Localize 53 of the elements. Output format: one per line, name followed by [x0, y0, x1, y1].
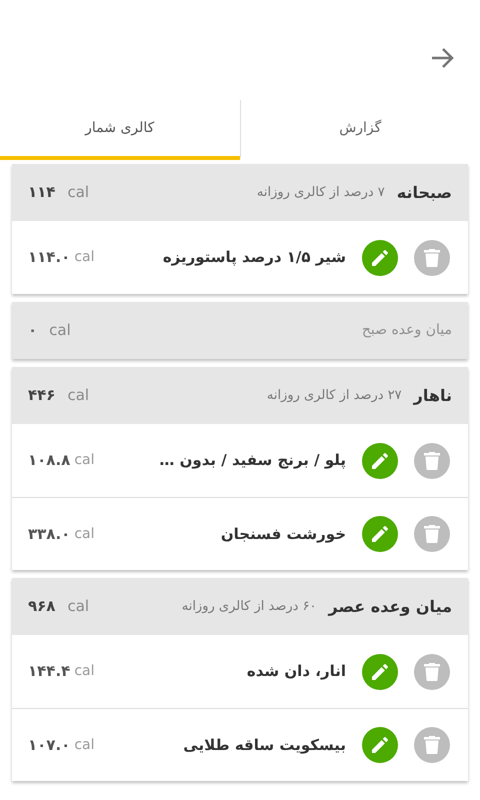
- trash-icon: [424, 525, 440, 543]
- unit-label: cal: [67, 596, 90, 618]
- food-calories: ۱۰۸.۸: [28, 450, 70, 472]
- edit-button[interactable]: [362, 240, 398, 276]
- edit-button[interactable]: [362, 516, 398, 552]
- unit-label: cal: [74, 248, 94, 267]
- unit-label: cal: [74, 451, 94, 470]
- arrow-right-icon[interactable]: [430, 46, 456, 70]
- trash-icon: [424, 452, 440, 470]
- unit-label: cal: [74, 524, 94, 544]
- tab[interactable]: کالری شمار: [0, 100, 240, 160]
- food-calories: ۱۱۴.۰: [28, 247, 70, 268]
- pencil-icon: [372, 737, 388, 753]
- unit-label: cal: [74, 736, 94, 754]
- unit-label: cal: [67, 182, 90, 204]
- food-calories: ۳۳۸.۰: [28, 524, 70, 545]
- delete-button[interactable]: [414, 240, 450, 276]
- meal-percentage: ۶۰ درصد از کالری روزانه: [182, 598, 317, 616]
- edit-button[interactable]: [362, 442, 398, 478]
- meal-title: ناهار: [414, 384, 452, 407]
- tab[interactable]: گزارش: [240, 100, 480, 160]
- edit-button[interactable]: [362, 654, 398, 690]
- unit-label: cal: [74, 662, 94, 681]
- pencil-icon: [372, 526, 388, 542]
- meal-total: ۱۱۴: [28, 182, 56, 204]
- trash-icon: [424, 248, 440, 266]
- delete-button[interactable]: [414, 442, 450, 478]
- meal-percentage: ۷ درصد از کالری روزانه: [256, 184, 385, 202]
- unit-label: cal: [49, 320, 71, 342]
- pencil-icon: [372, 452, 388, 468]
- food-calories: ۱۴۴.۴: [28, 661, 70, 682]
- meal-total: ۴۴۶: [28, 385, 56, 406]
- edit-button[interactable]: [362, 727, 398, 763]
- delete-button[interactable]: [414, 727, 450, 763]
- pencil-icon: [372, 664, 388, 680]
- meal-title: میان وعده صبح: [362, 321, 452, 340]
- food-name: شیر ۱/۵ درصد پاستوریزه: [162, 247, 346, 268]
- meal-total: ۰: [28, 320, 38, 342]
- meal-percentage: ۲۷ درصد از کالری روزانه: [266, 386, 402, 405]
- meal-title: صبحانه: [396, 182, 452, 204]
- food-name: خورشت فسنجان: [220, 524, 346, 545]
- trash-icon: [424, 736, 440, 754]
- food-name: انار، دان شده: [246, 661, 346, 682]
- meal-total: ۹۶۸: [28, 596, 56, 618]
- food-name: بیسکویت ساقه طلایی: [183, 734, 346, 756]
- meal-title: میان وعده عصر: [328, 596, 452, 618]
- unit-label: cal: [67, 385, 90, 406]
- trash-icon: [424, 662, 440, 680]
- pencil-icon: [372, 250, 388, 266]
- food-name: پلو / برنج سفید / بدون …: [159, 450, 346, 472]
- delete-button[interactable]: [414, 516, 450, 552]
- food-calories: ۱۰۷.۰: [28, 734, 70, 756]
- delete-button[interactable]: [414, 654, 450, 690]
